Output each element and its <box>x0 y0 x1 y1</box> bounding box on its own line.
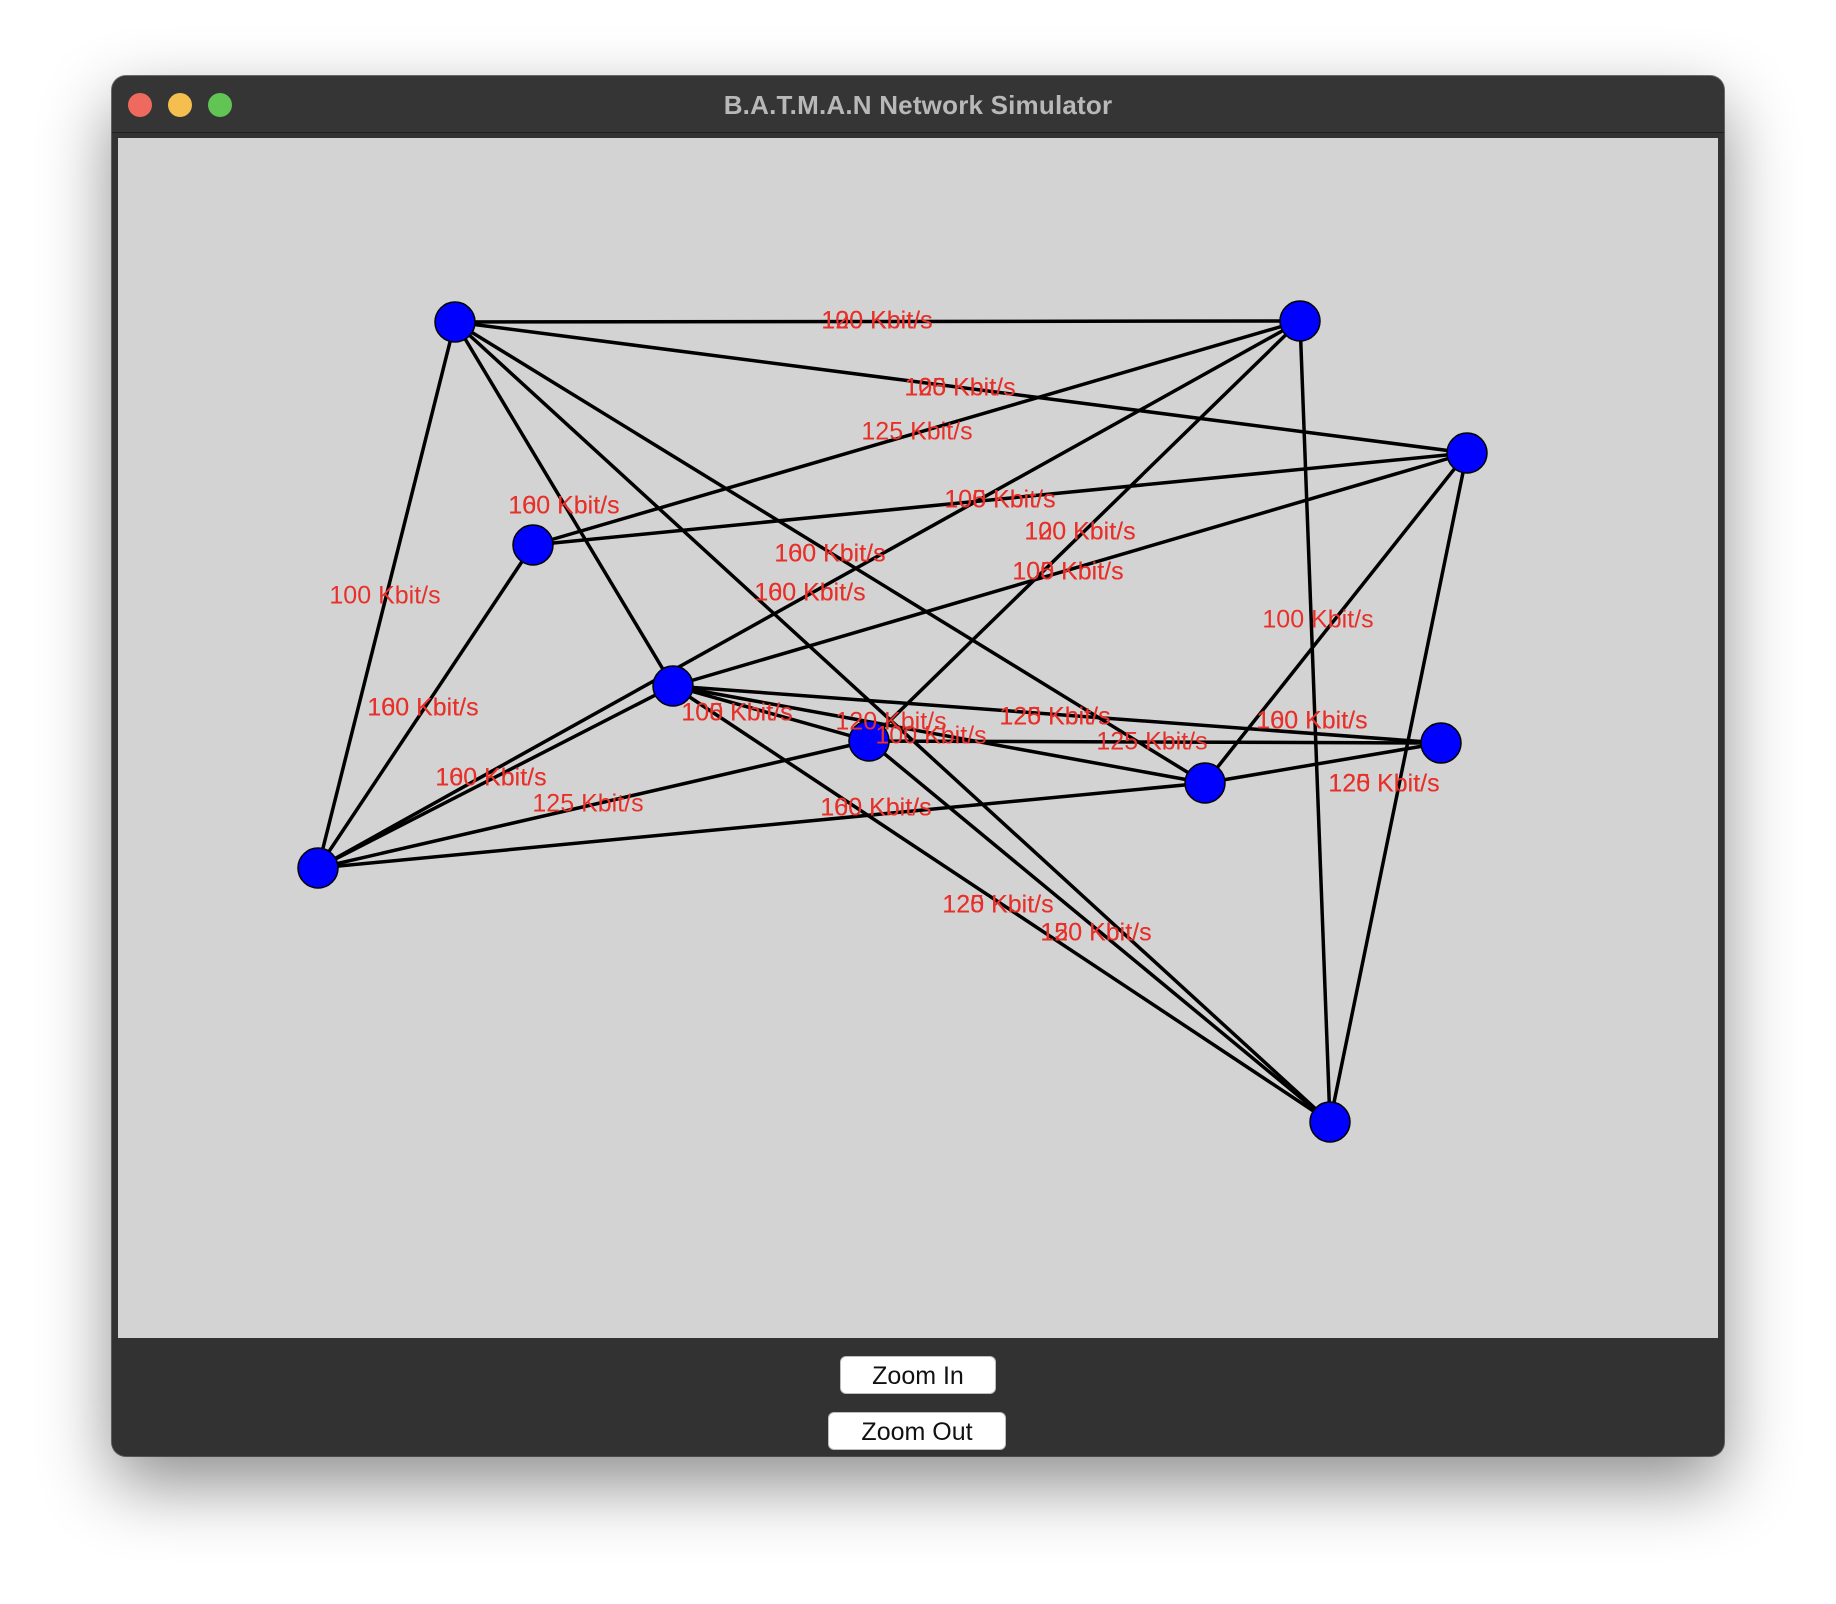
edge-bandwidth-label: 100 Kbit/s <box>774 540 885 568</box>
edge-bandwidth-label: 105 Kbit/s <box>681 699 792 727</box>
edge-bandwidth-label: 100 Kbit/s <box>435 764 546 792</box>
edge-bandwidth-label: 125 Kbit/s <box>942 891 1053 919</box>
edge-bandwidth-label: 125 Kbit/s <box>532 790 643 818</box>
network-node-n10[interactable] <box>1309 1101 1351 1143</box>
edge-bandwidth-label: 120 Kbit/s <box>1040 919 1151 947</box>
controls-bar: Zoom In Zoom Out <box>112 1338 1724 1456</box>
edge-bandwidth-label: 105 Kbit/s <box>944 486 1055 514</box>
edge-bandwidth-label: 125 Kbit/s <box>1096 728 1207 756</box>
edge-bandwidth-label: 100 Kbit/s <box>754 579 865 607</box>
zoom-out-button[interactable]: Zoom Out <box>828 1412 1006 1450</box>
app-window: B.A.T.M.A.N Network Simulator 120 Kbit/s… <box>112 76 1724 1456</box>
edge-bandwidth-label: 100 Kbit/s <box>1024 518 1135 546</box>
network-node-n1[interactable] <box>434 301 476 343</box>
network-canvas[interactable]: 120 Kbit/s 100 Kbit/s 100 Kbit/s 125 Kbit/s… <box>118 138 1718 1338</box>
edge-bandwidth-label: 100 Kbit/s <box>1256 707 1367 735</box>
edge-bandwidth-label: 100 Kbit/s <box>1262 606 1373 634</box>
network-node-n4[interactable] <box>512 524 554 566</box>
network-node-n8[interactable] <box>1420 722 1462 764</box>
network-graph[interactable]: 120 Kbit/s100 Kbit/s100 Kbit/s125 Kbit/s… <box>118 138 1718 1338</box>
network-node-n9[interactable] <box>297 847 339 889</box>
edge-bandwidth-label: 100 Kbit/s <box>329 582 440 610</box>
title-bar[interactable]: B.A.T.M.A.N Network Simulator <box>112 76 1724 133</box>
network-node-n3[interactable] <box>1446 432 1488 474</box>
edge-bandwidth-label: 100 Kbit/s <box>821 307 932 335</box>
window-title: B.A.T.M.A.N Network Simulator <box>723 90 1113 120</box>
zoom-in-button[interactable]: Zoom In <box>840 1356 996 1394</box>
edge-bandwidth-label: 125 Kbit/s <box>904 374 1015 402</box>
edge-bandwidth-label: 100 Kbit/s <box>820 794 931 822</box>
edge-bandwidth-label: 105 Kbit/s <box>1012 558 1123 586</box>
edge-bandwidth-label: 125 Kbit/s <box>861 418 972 446</box>
network-node-n2[interactable] <box>1279 300 1321 342</box>
edge-bandwidth-label: 125 Kbit/s <box>1328 770 1439 798</box>
network-node-n7[interactable] <box>1184 762 1226 804</box>
edge-bandwidth-label: 100 Kbit/s <box>367 694 478 722</box>
edge-bandwidth-label: 100 Kbit/s <box>508 492 619 520</box>
edge-bandwidth-label: 100 Kbit/s <box>875 722 986 750</box>
edge-bandwidth-label: 125 Kbit/s <box>999 703 1110 731</box>
